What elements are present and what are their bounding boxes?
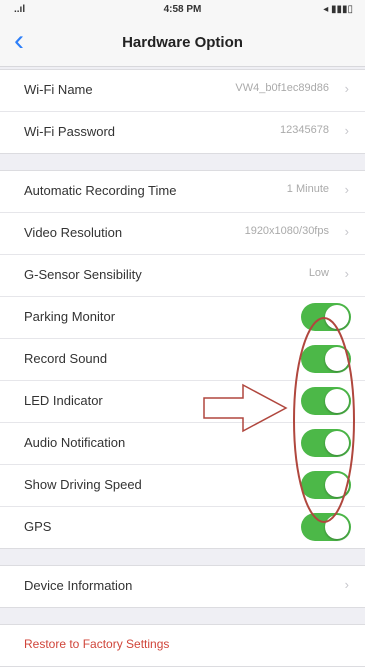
toggle-knob xyxy=(325,515,349,539)
chevron-right-icon: › xyxy=(344,182,349,197)
video-resolution-label: Video Resolution xyxy=(24,225,123,240)
battery-icon: ◂ ▮▮▮▯ xyxy=(323,4,353,15)
wifi-name-label: Wi-Fi Name xyxy=(24,82,93,97)
wifi-password-label: Wi-Fi Password xyxy=(24,124,116,139)
recording-time-value: 1 Minute xyxy=(286,183,329,195)
chevron-right-icon: › xyxy=(344,224,349,239)
video-resolution-row[interactable]: Video Resolution 1920x1080/30fps › xyxy=(0,213,365,255)
video-resolution-value: 1920x1080/30fps xyxy=(244,225,329,237)
gsensor-row[interactable]: G-Sensor Sensibility Low › xyxy=(0,255,365,297)
status-bar: ..ıl 4:58 PM ◂ ▮▮▮▯ xyxy=(0,0,365,20)
chevron-right-icon: › xyxy=(344,81,349,96)
chevron-right-icon: › xyxy=(344,577,349,592)
wifi-password-value: 12345678 xyxy=(280,124,329,136)
record-sound-row: Record Sound xyxy=(0,339,365,381)
navigation-bar: ‹ Hardware Option xyxy=(0,20,365,67)
recording-time-label: Automatic Recording Time xyxy=(24,183,177,198)
toggle-knob xyxy=(325,347,349,371)
restore-factory-row[interactable]: Restore to Factory Settings xyxy=(0,625,365,666)
gsensor-value: Low xyxy=(308,267,329,279)
restore-factory-label: Restore to Factory Settings xyxy=(24,637,170,651)
settings-group: Automatic Recording Time 1 Minute › Vide… xyxy=(0,170,365,549)
device-information-row[interactable]: Device Information › xyxy=(0,566,365,607)
parking-monitor-label: Parking Monitor xyxy=(24,309,116,324)
toggle-knob xyxy=(325,305,349,329)
recording-time-row[interactable]: Automatic Recording Time 1 Minute › xyxy=(0,171,365,213)
status-time: 4:58 PM xyxy=(163,4,202,15)
driving-speed-row: Show Driving Speed xyxy=(0,465,365,507)
chevron-right-icon: › xyxy=(344,266,349,281)
toggle-knob xyxy=(325,473,349,497)
led-indicator-toggle[interactable] xyxy=(301,387,351,415)
wifi-group: Wi-Fi Name VW4_b0f1ec89d86 › Wi-Fi Passw… xyxy=(0,69,365,154)
toggle-knob xyxy=(325,431,349,455)
device-information-label: Device Information xyxy=(24,578,133,593)
device-group: Device Information › xyxy=(0,565,365,608)
led-indicator-label: LED Indicator xyxy=(24,393,103,408)
gps-label: GPS xyxy=(24,519,52,534)
led-indicator-row: LED Indicator xyxy=(0,381,365,423)
toggle-knob xyxy=(325,389,349,413)
gsensor-label: G-Sensor Sensibility xyxy=(24,267,142,282)
wifi-password-row[interactable]: Wi-Fi Password 12345678 › xyxy=(0,112,365,153)
gps-toggle[interactable] xyxy=(301,513,351,541)
wifi-name-row[interactable]: Wi-Fi Name VW4_b0f1ec89d86 › xyxy=(0,70,365,112)
record-sound-label: Record Sound xyxy=(24,351,108,366)
restore-group: Restore to Factory Settings xyxy=(0,624,365,667)
page-title: Hardware Option xyxy=(122,34,243,51)
chevron-right-icon: › xyxy=(344,123,349,138)
parking-monitor-toggle[interactable] xyxy=(301,303,351,331)
audio-notification-label: Audio Notification xyxy=(24,435,126,450)
record-sound-toggle[interactable] xyxy=(301,345,351,373)
driving-speed-toggle[interactable] xyxy=(301,471,351,499)
driving-speed-label: Show Driving Speed xyxy=(24,477,142,492)
gps-row: GPS xyxy=(0,507,365,548)
audio-notification-toggle[interactable] xyxy=(301,429,351,457)
audio-notification-row: Audio Notification xyxy=(0,423,365,465)
wifi-name-value: VW4_b0f1ec89d86 xyxy=(235,82,329,94)
parking-monitor-row: Parking Monitor xyxy=(0,297,365,339)
